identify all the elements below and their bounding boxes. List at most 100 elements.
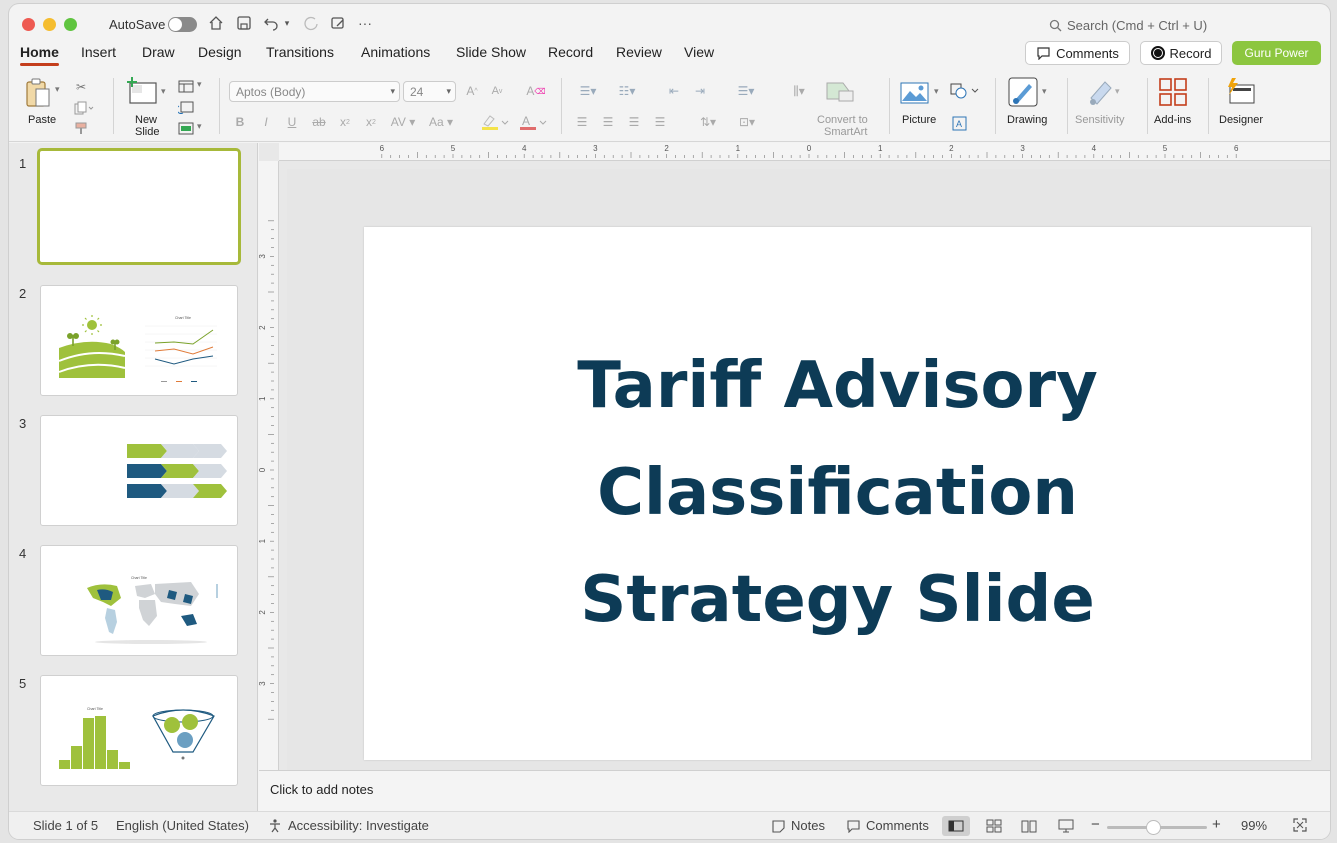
slide-thumbnail-2[interactable]: Chart Title [40,285,238,396]
search-box[interactable]: Search (Cmd + Ctrl + U) [1049,18,1207,33]
decrease-indent-icon[interactable]: ⇤ [665,83,683,99]
fit-to-window-button[interactable] [1293,818,1307,832]
slide-show-button[interactable] [1052,816,1080,836]
superscript-icon[interactable]: x2 [337,114,353,130]
strikethrough-icon[interactable]: ab [310,114,328,130]
clear-formatting-icon[interactable]: A ⌫ [526,83,545,99]
italic-icon[interactable]: I [259,114,273,130]
sensitivity-icon[interactable] [1085,76,1115,108]
tab-record[interactable]: Record [548,44,593,60]
horizontal-ruler[interactable]: 6 5 4 3 2 1 0 1 2 3 4 5 6 [279,143,1330,161]
accessibility-status[interactable]: Accessibility: Investigate [268,818,429,833]
increase-indent-icon[interactable]: ⇥ [691,83,709,99]
smartart-icon[interactable] [825,78,855,104]
decrease-font-icon[interactable]: Av [489,83,505,99]
zoom-in-button[interactable]: + [1212,816,1221,833]
align-right-icon[interactable]: ☰ [626,114,642,130]
zoom-window-button[interactable] [64,18,77,31]
font-color-icon[interactable]: A [517,114,549,130]
save-icon[interactable] [234,13,254,33]
sensitivity-dropdown-icon[interactable]: ▾ [1115,86,1120,97]
paste-icon[interactable] [23,76,53,110]
highlight-icon[interactable] [479,114,511,130]
reading-view-button[interactable] [1015,816,1043,836]
text-box-icon[interactable]: A [951,115,967,131]
customize-icon[interactable] [328,13,348,33]
slide-title[interactable]: Tariff Advisory Classification Strategy … [577,333,1098,654]
vertical-ruler[interactable]: 3 2 1 0 1 2 3 [258,161,279,770]
tab-transitions[interactable]: Transitions [266,44,334,60]
zoom-out-button[interactable]: − [1091,816,1100,833]
shapes-icon[interactable] [949,82,979,100]
bold-icon[interactable]: B [233,114,247,130]
close-window-button[interactable] [22,18,35,31]
tab-draw[interactable]: Draw [142,44,175,60]
tab-design[interactable]: Design [198,44,242,60]
redo-icon[interactable] [301,13,321,33]
normal-view-button[interactable] [942,816,970,836]
increase-font-icon[interactable]: A ^ [464,83,480,99]
subscript-icon[interactable]: x2 [363,114,379,130]
ribbon-separator [1147,78,1148,134]
more-icon[interactable]: ··· [355,13,375,33]
comments-toggle[interactable]: Comments [846,818,929,833]
paste-dropdown-icon[interactable]: ▾ [55,84,60,95]
font-name-select[interactable]: Aptos (Body) ▾ [229,81,400,102]
new-slide-icon[interactable] [125,76,159,106]
picture-icon[interactable] [900,79,930,107]
record-button[interactable]: Record [1140,41,1222,65]
undo-dropdown-icon[interactable]: ▾ [281,13,293,33]
layout-icon[interactable] [177,78,195,94]
slide-thumbnail-4[interactable]: Chart Title [40,545,238,656]
slide-number: 5 [19,676,27,691]
columns-icon[interactable]: ⫼▾ [784,83,814,99]
character-spacing-icon[interactable]: AV ▾ [388,114,418,130]
tab-insert[interactable]: Insert [81,44,116,60]
underline-icon[interactable]: U [285,114,299,130]
slide-1[interactable]: Tariff Advisory Classification Strategy … [364,227,1311,760]
picture-dropdown-icon[interactable]: ▾ [934,86,939,97]
language-status[interactable]: English (United States) [116,818,249,833]
tab-home[interactable]: Home [20,44,59,66]
format-painter-icon[interactable] [73,120,89,136]
font-size-select[interactable]: 24 ▾ [403,81,456,102]
copy-icon[interactable] [73,100,95,116]
text-direction-icon[interactable]: ⇅▾ [692,114,724,130]
slide-thumbnail-3[interactable] [40,415,238,526]
change-case-icon[interactable]: Aa ▾ [426,114,456,130]
tab-view[interactable]: View [684,44,714,60]
home-icon[interactable] [206,13,226,33]
comments-button[interactable]: Comments [1025,41,1130,65]
section-icon[interactable] [177,120,195,136]
justify-icon[interactable]: ☰ [652,114,668,130]
tab-slide-show[interactable]: Slide Show [456,44,526,60]
zoom-slider-handle[interactable] [1146,820,1161,835]
drawing-icon[interactable] [1007,76,1039,108]
slide-thumbnail-1[interactable] [37,148,241,265]
slide-thumbnail-5[interactable]: Chart Title [40,675,238,786]
align-left-icon[interactable]: ☰ [574,114,590,130]
designer-icon[interactable] [1223,76,1257,108]
notes-pane[interactable]: Click to add notes [259,770,1330,811]
layout-dropdown-icon[interactable]: ▾ [197,79,202,90]
guru-power-button[interactable]: Guru Power [1232,41,1321,65]
align-text-icon[interactable]: ⊡▾ [730,114,764,130]
zoom-level[interactable]: 99% [1241,818,1267,833]
reset-slide-icon[interactable] [177,99,195,115]
section-dropdown-icon[interactable]: ▾ [197,121,202,132]
bullets-icon[interactable]: ☰▾ [572,83,604,99]
numbering-icon[interactable]: ☷▾ [611,83,643,99]
addins-icon[interactable] [1157,76,1189,108]
line-spacing-icon[interactable]: ☰▾ [729,83,763,99]
new-slide-dropdown-icon[interactable]: ▾ [161,86,166,97]
align-center-icon[interactable]: ☰ [600,114,616,130]
autosave-toggle[interactable] [168,17,197,32]
cut-icon[interactable]: ✂ [73,79,89,95]
tab-review[interactable]: Review [616,44,662,60]
notes-toggle[interactable]: Notes [771,818,825,833]
slide-sorter-button[interactable] [980,816,1008,836]
tab-animations[interactable]: Animations [361,44,430,60]
drawing-dropdown-icon[interactable]: ▾ [1042,86,1047,97]
undo-icon[interactable] [261,13,281,33]
minimize-window-button[interactable] [43,18,56,31]
